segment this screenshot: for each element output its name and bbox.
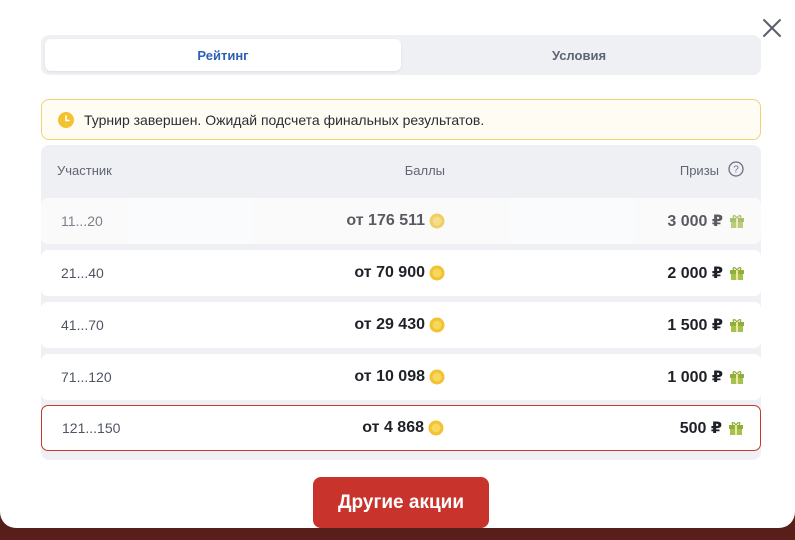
table-row: 11...20 от 176 511 3 000 ₽ bbox=[41, 198, 761, 244]
clock-icon bbox=[58, 111, 74, 128]
row-points: от 29 430 bbox=[354, 316, 445, 334]
coin-icon bbox=[429, 369, 445, 385]
gift-icon bbox=[730, 267, 744, 280]
table-row: 21...40 от 70 900 2 000 ₽ bbox=[41, 250, 761, 296]
table-row-current-user: 121...150 от 4 868 500 ₽ bbox=[41, 405, 761, 451]
header-points: Баллы bbox=[404, 163, 445, 178]
gift-icon bbox=[730, 319, 744, 332]
row-prize: 2 000 ₽ bbox=[667, 263, 745, 283]
table-row: 41...70 от 29 430 1 500 ₽ bbox=[41, 302, 761, 348]
tab-rating[interactable]: Рейтинг bbox=[45, 39, 401, 71]
tournament-modal: Рейтинг Условия Турнир завершен. Ожидай … bbox=[0, 0, 795, 528]
coin-icon bbox=[429, 317, 445, 333]
header-prizes: Призы bbox=[679, 163, 719, 178]
row-rank: 41...70 bbox=[61, 317, 104, 333]
row-prize: 3 000 ₽ bbox=[667, 211, 745, 231]
gift-icon bbox=[730, 215, 744, 228]
gift-icon bbox=[729, 422, 743, 435]
row-rank: 21...40 bbox=[61, 265, 104, 281]
svg-text:?: ? bbox=[733, 165, 739, 176]
gift-icon bbox=[730, 371, 744, 384]
row-points: от 10 098 bbox=[354, 368, 445, 386]
close-button[interactable] bbox=[759, 15, 785, 41]
header-participant: Участник bbox=[57, 163, 112, 178]
coin-icon bbox=[428, 420, 444, 436]
row-prize: 500 ₽ bbox=[680, 418, 744, 438]
tournament-finished-notice: Турнир завершен. Ожидай подсчета финальн… bbox=[41, 99, 761, 140]
help-icon[interactable]: ? bbox=[728, 161, 744, 177]
other-promotions-button[interactable]: Другие акции bbox=[313, 477, 489, 528]
row-rank: 71...120 bbox=[61, 369, 112, 385]
coin-icon bbox=[429, 265, 445, 281]
coin-icon bbox=[429, 213, 445, 229]
row-points: от 4 868 bbox=[362, 419, 444, 437]
row-prize: 1 000 ₽ bbox=[667, 367, 745, 387]
tab-bar: Рейтинг Условия bbox=[41, 35, 761, 75]
row-points: от 70 900 bbox=[354, 264, 445, 282]
row-points: от 176 511 bbox=[346, 212, 445, 230]
table-row: 71...120 от 10 098 1 000 ₽ bbox=[41, 354, 761, 400]
row-rank: 121...150 bbox=[62, 420, 121, 436]
table-header: Участник Баллы Призы ? bbox=[41, 145, 761, 195]
tab-conditions[interactable]: Условия bbox=[401, 39, 757, 71]
close-icon bbox=[763, 19, 781, 37]
notice-text: Турнир завершен. Ожидай подсчета финальн… bbox=[84, 111, 485, 128]
row-prize: 1 500 ₽ bbox=[667, 315, 745, 335]
row-rank: 11...20 bbox=[61, 213, 103, 229]
